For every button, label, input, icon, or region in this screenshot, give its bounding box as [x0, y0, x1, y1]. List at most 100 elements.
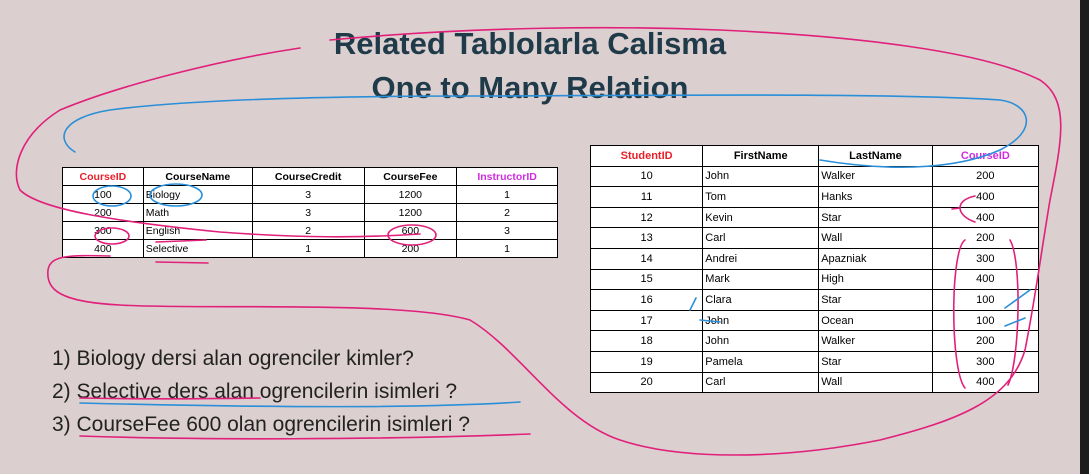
cell-firstname: Andrei [702, 247, 820, 270]
header-firstname: FirstName [702, 145, 820, 167]
cell-firstname: John [702, 165, 820, 188]
cell-studentid: 12 [589, 206, 704, 229]
header-coursecredit: CourseCredit [251, 167, 365, 186]
question-list: 1) Biology dersi alan ogrenciler kimler?… [52, 342, 470, 441]
cell-coursename: Selective [142, 239, 253, 258]
cell-coursecredit: 1 [251, 239, 365, 258]
table-row: 17 John Ocean 100 [589, 309, 1040, 332]
slide-subtitle: One to Many Relation [371, 70, 689, 105]
underline-selective [155, 261, 209, 264]
cell-courseid: 400 [931, 268, 1040, 291]
cell-coursefee: 200 [363, 239, 458, 258]
table-row: 400 Selective 1 200 1 [62, 239, 558, 258]
cell-courseid: 200 [931, 330, 1040, 352]
cell-coursefee: 600 [363, 221, 458, 240]
cell-firstname: Tom [702, 186, 820, 208]
header-studentid: StudentID [589, 145, 704, 167]
cell-firstname: John [702, 330, 820, 352]
slide: Related Tablolarla Calisma One to Many R… [0, 0, 1080, 474]
cell-instructorid: 2 [456, 203, 558, 222]
cell-courseid: 200 [931, 227, 1040, 249]
cell-firstname: Carl [702, 371, 820, 394]
cell-lastname: Star [818, 350, 933, 373]
courses-table: CourseID CourseName CourseCredit CourseF… [62, 167, 558, 258]
cell-courseid: 200 [931, 165, 1040, 188]
cell-coursecredit: 3 [251, 203, 365, 222]
cell-courseid: 100 [931, 309, 1040, 332]
cell-studentid: 13 [589, 227, 704, 249]
table-row: 16 Clara Star 100 [589, 289, 1040, 311]
cell-studentid: 15 [589, 268, 704, 291]
cell-lastname: Star [818, 289, 933, 311]
cell-courseid: 400 [931, 371, 1040, 394]
cell-coursecredit: 2 [251, 221, 365, 240]
header-instructorid: InstructorID [456, 167, 558, 186]
cell-studentid: 20 [589, 371, 704, 394]
table-row: 15 Mark High 400 [589, 268, 1040, 291]
cell-courseid: 200 [62, 203, 144, 222]
question-2: 2) Selective ders alan ogrencilerin isim… [52, 380, 458, 403]
table-row: 200 Math 3 1200 2 [62, 203, 558, 222]
cell-lastname: Hanks [818, 186, 933, 208]
students-header-row: StudentID FirstName LastName CourseID [589, 145, 1040, 167]
question-3: 3) CourseFee 600 olan ogrencilerin isiml… [52, 413, 470, 436]
table-row: 13 Carl Wall 200 [589, 227, 1040, 249]
table-row: 18 John Walker 200 [589, 330, 1040, 352]
students-table: StudentID FirstName LastName CourseID 10… [589, 145, 1040, 394]
cell-lastname: Wall [818, 371, 933, 394]
cell-instructorid: 3 [456, 221, 558, 240]
header-courseid: CourseID [931, 145, 1040, 167]
cell-studentid: 19 [589, 350, 704, 373]
cell-courseid: 400 [62, 239, 144, 258]
cell-coursename: Math [142, 203, 253, 222]
cell-lastname: Ocean [818, 309, 933, 332]
cell-firstname: Kevin [702, 206, 820, 229]
cell-lastname: High [818, 268, 933, 291]
cell-studentid: 16 [589, 289, 704, 311]
cell-lastname: Star [818, 206, 933, 229]
cell-courseid: 400 [931, 206, 1040, 229]
table-row: 11 Tom Hanks 400 [589, 186, 1040, 208]
cell-courseid: 300 [62, 221, 144, 240]
cell-studentid: 17 [589, 309, 704, 332]
header-lastname: LastName [818, 145, 933, 167]
table-row: 12 Kevin Star 400 [589, 206, 1040, 229]
right-edge-bar [1080, 0, 1089, 474]
cell-courseid: 100 [931, 289, 1040, 311]
table-row: 100 Biology 3 1200 1 [62, 185, 558, 204]
cell-studentid: 11 [589, 186, 704, 208]
cell-instructorid: 1 [456, 239, 558, 258]
slide-title: Related Tablolarla Calisma [333, 26, 727, 61]
cell-firstname: Pamela [702, 350, 820, 373]
cell-lastname: Walker [818, 330, 933, 352]
cell-coursecredit: 3 [251, 185, 365, 204]
table-row: 19 Pamela Star 300 [589, 350, 1040, 373]
cell-courseid: 300 [931, 247, 1040, 270]
cell-firstname: Clara [702, 289, 820, 311]
table-row: 20 Carl Wall 400 [589, 371, 1040, 394]
cell-courseid: 100 [62, 185, 144, 204]
cell-courseid: 300 [931, 350, 1040, 373]
header-coursefee: CourseFee [363, 167, 458, 186]
courses-header-row: CourseID CourseName CourseCredit CourseF… [62, 167, 558, 186]
table-row: 10 John Walker 200 [589, 165, 1040, 188]
question-1: 1) Biology dersi alan ogrenciler kimler? [52, 347, 414, 370]
cell-courseid: 400 [931, 186, 1040, 208]
cell-firstname: Carl [702, 227, 820, 249]
cell-studentid: 10 [589, 165, 704, 188]
cell-instructorid: 1 [456, 185, 558, 204]
cell-coursefee: 1200 [363, 203, 458, 222]
cell-studentid: 14 [589, 247, 704, 270]
table-row: 300 English 2 600 3 [62, 221, 558, 240]
cell-coursename: English [142, 221, 253, 240]
cell-lastname: Apazniak [818, 247, 933, 270]
cell-studentid: 18 [589, 330, 704, 352]
cell-firstname: John [702, 309, 820, 332]
cell-lastname: Walker [818, 165, 933, 188]
cell-lastname: Wall [818, 227, 933, 249]
table-row: 14 Andrei Apazniak 300 [589, 247, 1040, 270]
header-courseid: CourseID [62, 167, 144, 186]
cell-coursename: Biology [142, 185, 253, 204]
cell-coursefee: 1200 [363, 185, 458, 204]
header-coursename: CourseName [142, 167, 253, 186]
